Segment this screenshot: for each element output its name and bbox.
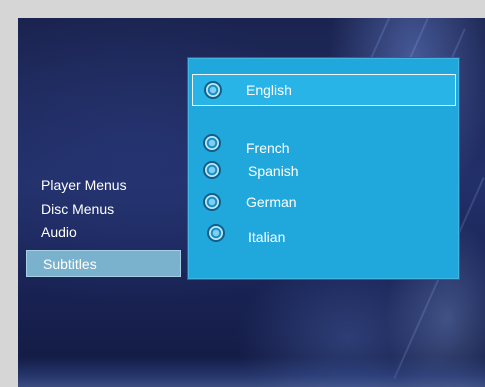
menu-item-audio[interactable]: Audio xyxy=(41,222,77,242)
radio-icon xyxy=(204,81,222,99)
radio-icon xyxy=(207,224,225,242)
menu-item-disc-menus[interactable]: Disc Menus xyxy=(41,199,114,219)
radio-icon xyxy=(203,161,221,179)
option-label: Italian xyxy=(248,229,286,245)
background-bottom-band xyxy=(18,357,485,387)
subtitles-options-panel: English French Spanish German Italian xyxy=(187,57,460,280)
option-label: German xyxy=(246,194,297,210)
menu-item-subtitles[interactable]: Subtitles xyxy=(26,250,181,277)
radio-icon xyxy=(203,193,221,211)
option-english[interactable]: English xyxy=(192,74,456,106)
option-label: French xyxy=(246,140,290,156)
option-label: English xyxy=(246,82,292,98)
option-label: Spanish xyxy=(248,163,299,179)
radio-icon xyxy=(203,134,221,152)
menu-item-player-menus[interactable]: Player Menus xyxy=(41,175,127,195)
